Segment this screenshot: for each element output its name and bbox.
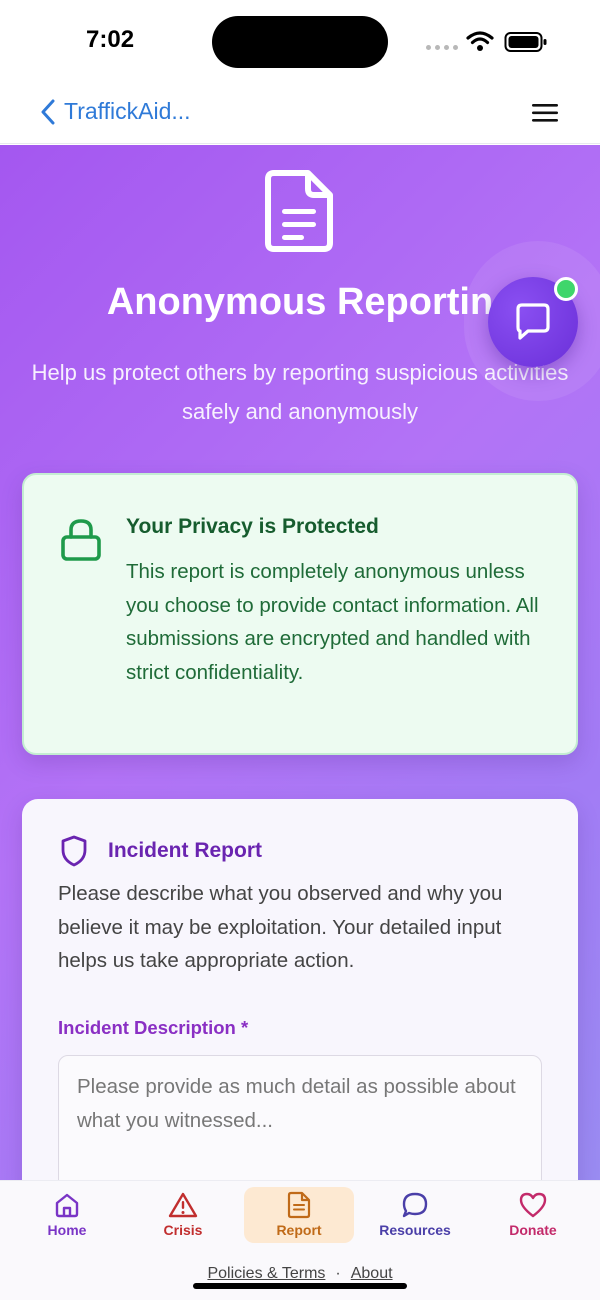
battery-icon [504,32,547,52]
main-content[interactable]: Anonymous Reportin Help us protect other… [0,145,600,1180]
online-status-dot [554,277,578,301]
signal-icon [426,45,458,50]
footer-links: Policies & Terms · About [0,1265,600,1283]
tab-crisis[interactable]: Crisis [128,1187,238,1243]
chat-bubble-icon [402,1192,428,1218]
privacy-text: This report is completely anonymous unle… [126,560,539,684]
navigation-bar: TraffickAid... [0,84,600,144]
home-icon [55,1193,79,1218]
status-time: 7:02 [86,26,135,53]
tab-donate-label: Donate [509,1222,557,1238]
dynamic-island [212,16,388,68]
tab-donate[interactable]: Donate [478,1187,588,1243]
heart-icon [519,1192,547,1218]
tab-home[interactable]: Home [12,1187,122,1243]
bottom-tab-bar: Home Crisis Report Resources Donate Poli… [0,1180,600,1300]
incident-description-input[interactable] [58,1055,542,1180]
warning-icon [168,1192,198,1218]
document-icon [287,1191,311,1219]
lock-icon [61,519,101,561]
wifi-icon [466,31,494,51]
status-bar: 7:02 [0,0,600,84]
privacy-title: Your Privacy is Protected [126,515,379,538]
hamburger-menu-icon[interactable] [530,102,560,124]
tab-resources[interactable]: Resources [360,1187,470,1243]
incident-description: Please describe what you observed and wh… [58,882,503,972]
tab-crisis-label: Crisis [163,1222,203,1238]
policies-terms-link[interactable]: Policies & Terms [207,1265,325,1282]
incident-report-card: Incident Report Please describe what you… [22,799,578,1180]
tab-report[interactable]: Report [244,1187,354,1243]
tab-home-label: Home [47,1222,87,1238]
footer-separator: · [335,1265,341,1282]
privacy-notice-card: Your Privacy is Protected This report is… [22,473,578,755]
about-link[interactable]: About [351,1265,393,1282]
back-label: TraffickAid... [64,98,191,124]
chevron-left-icon [41,99,55,124]
tab-report-label: Report [276,1222,322,1238]
incident-description-label: Incident Description * [58,1017,249,1038]
shield-icon [61,835,87,867]
chat-bubble-icon [516,303,550,340]
document-icon [265,170,333,252]
home-indicator [193,1283,407,1289]
tab-resources-label: Resources [379,1222,451,1238]
back-button[interactable]: TraffickAid... [40,98,191,125]
incident-title: Incident Report [108,839,263,862]
